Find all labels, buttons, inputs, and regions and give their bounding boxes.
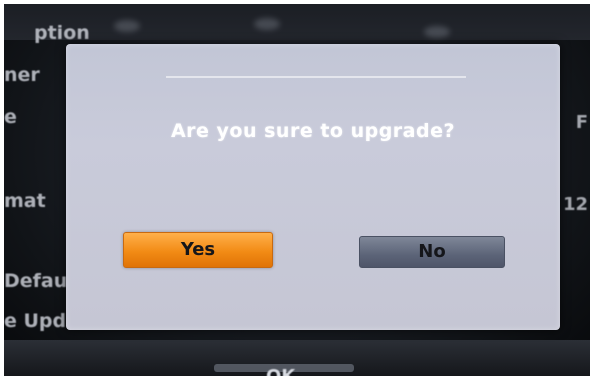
- menu-item-owner[interactable]: ner: [4, 64, 40, 86]
- dialog-divider: [166, 76, 466, 78]
- right-value: F: [575, 112, 588, 133]
- glare: [254, 18, 280, 30]
- device-screen: ption ner e mat Defau e Update F 12 OK A…: [4, 4, 590, 376]
- upgrade-confirm-dialog: Are you sure to upgrade? Yes No: [66, 44, 560, 330]
- menu-item-default[interactable]: Defau: [4, 270, 67, 292]
- menu-item-format[interactable]: mat: [4, 190, 46, 212]
- glare: [114, 20, 140, 32]
- top-bar: [4, 4, 590, 40]
- dialog-message: Are you sure to upgrade?: [170, 120, 456, 142]
- ok-button[interactable]: OK: [266, 366, 295, 376]
- yes-button[interactable]: Yes: [123, 232, 273, 268]
- menu-item-time[interactable]: e: [4, 106, 17, 128]
- menu-item-option[interactable]: ption: [34, 22, 90, 44]
- no-button[interactable]: No: [359, 236, 505, 268]
- glare: [424, 26, 450, 38]
- right-value: 12: [562, 194, 588, 215]
